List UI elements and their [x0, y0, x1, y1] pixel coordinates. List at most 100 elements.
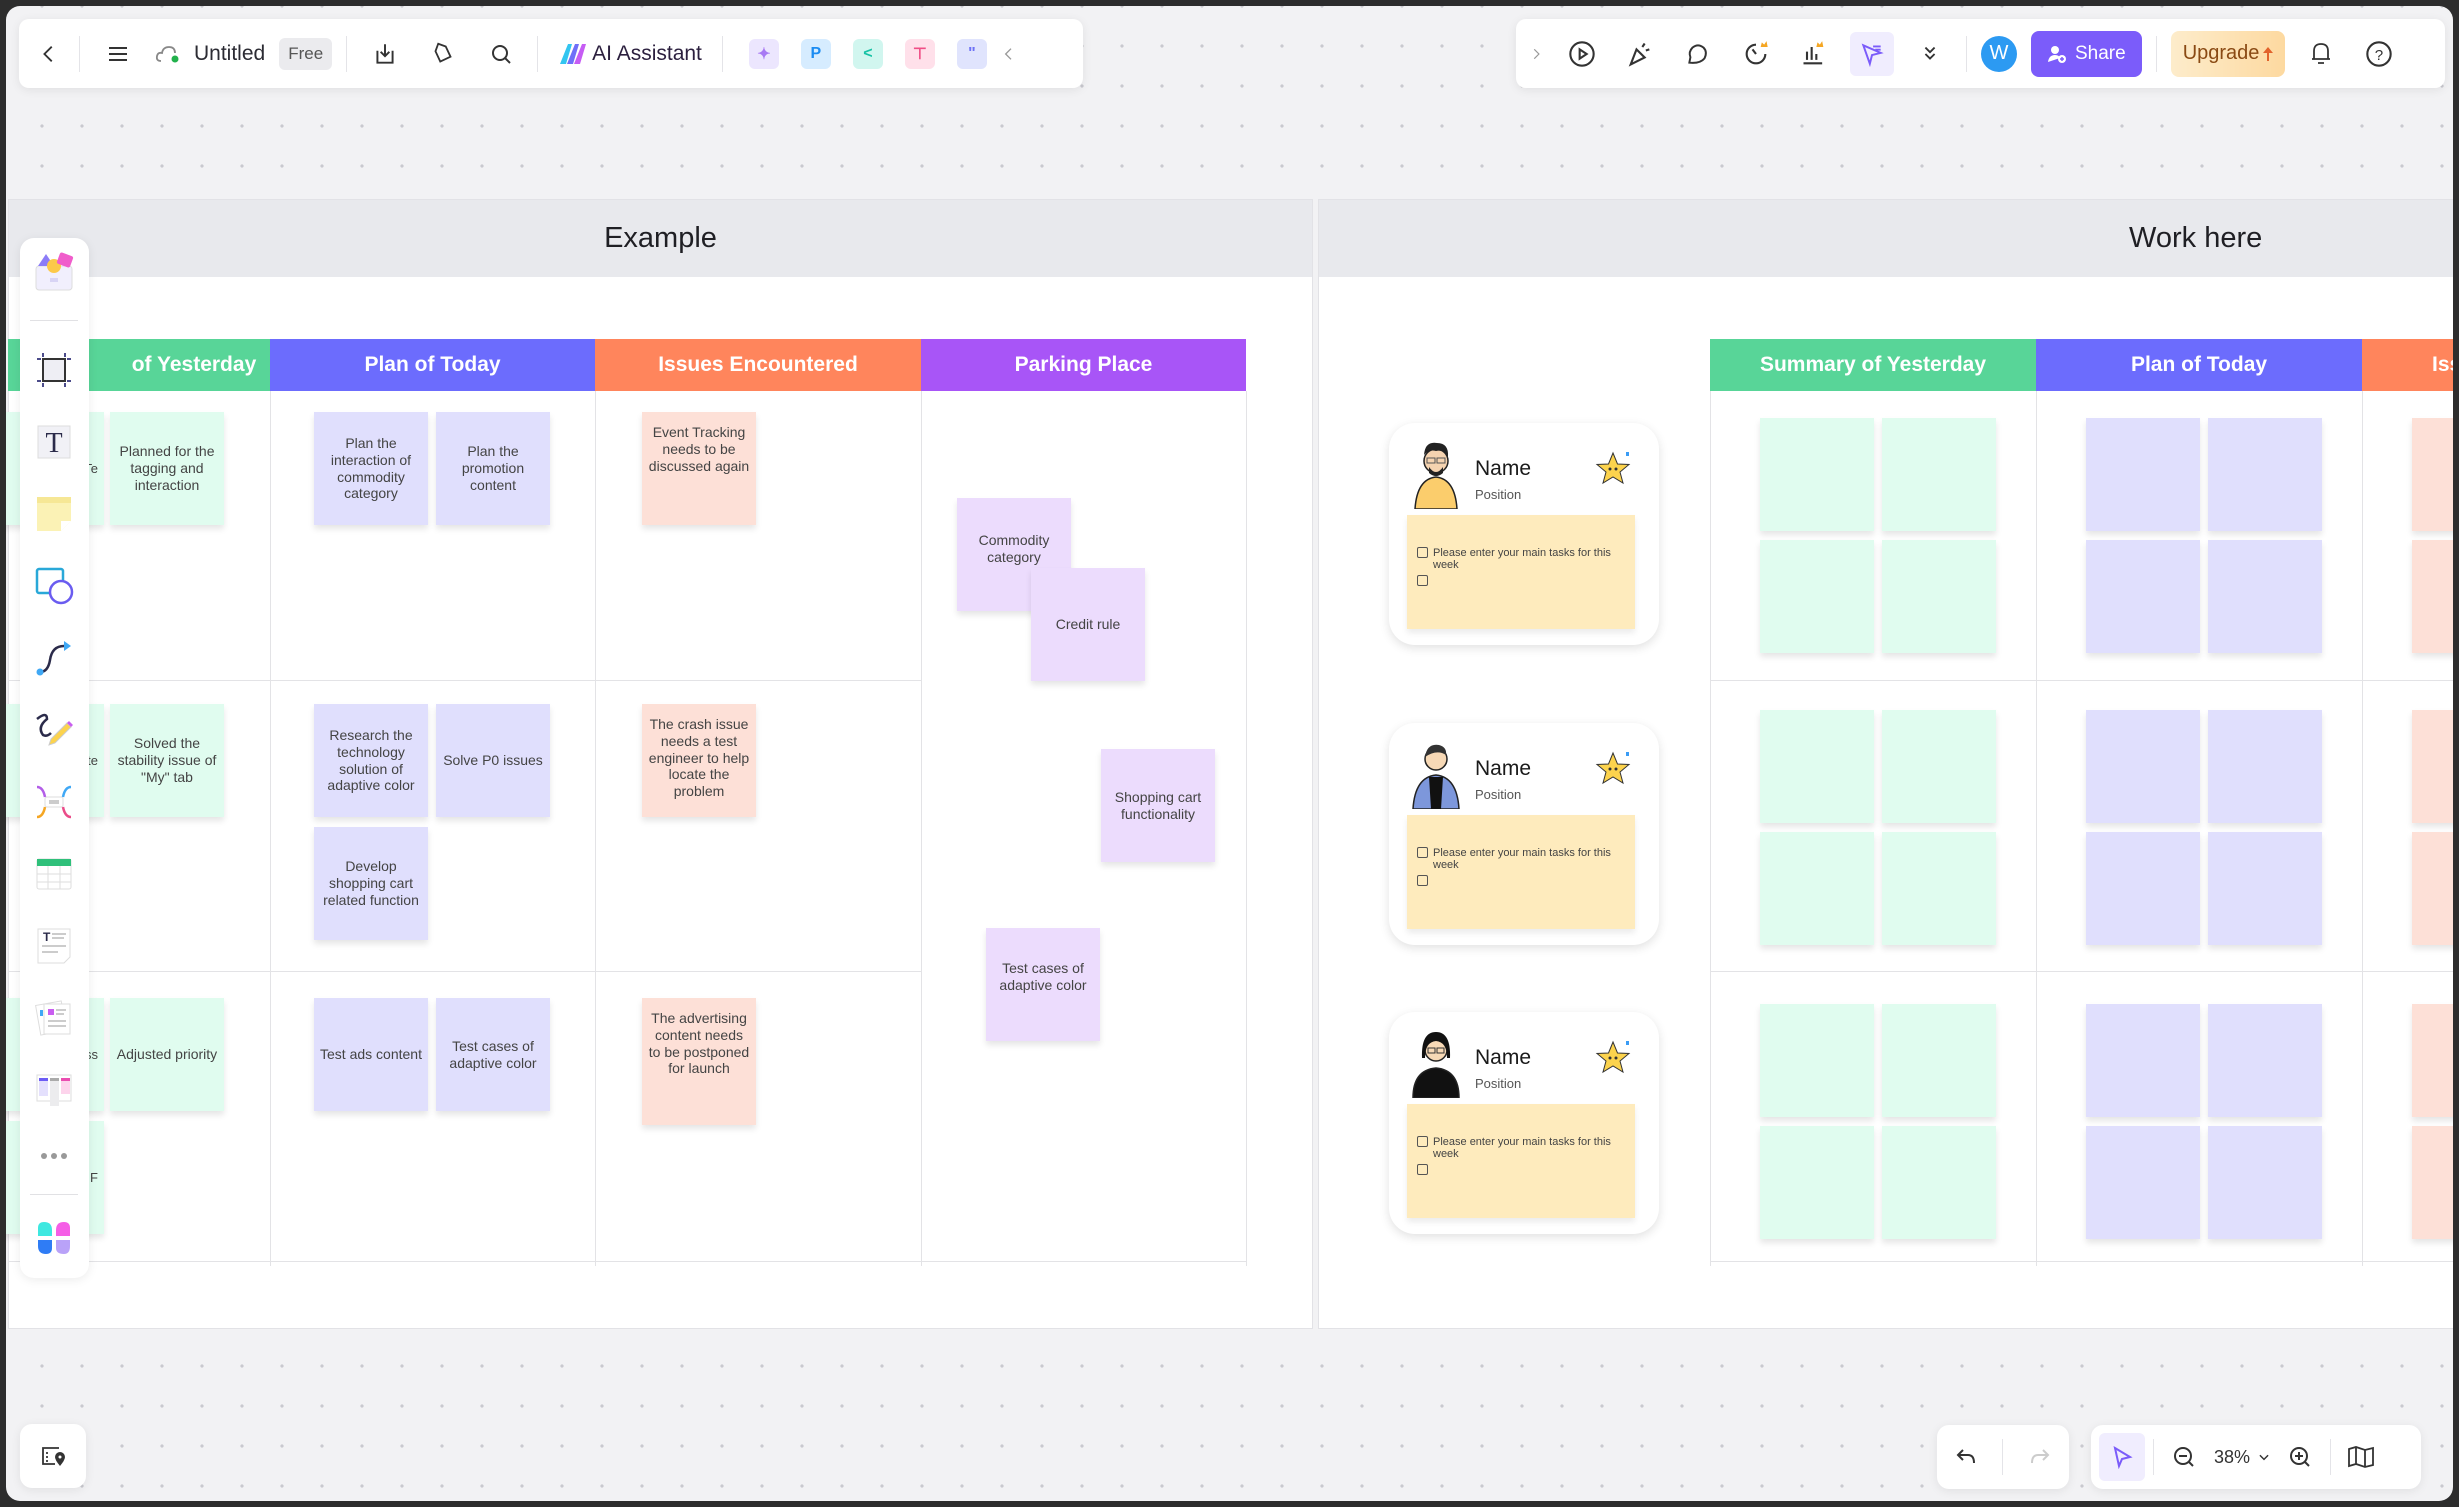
task-placeholder[interactable]: Please enter your main tasks for this we…: [1433, 547, 1627, 571]
task-item[interactable]: [1417, 1164, 1627, 1175]
cloud-sync-status[interactable]: [146, 32, 190, 76]
empty-sticky-note[interactable]: [2086, 540, 2200, 653]
empty-sticky-note[interactable]: [2086, 1004, 2200, 1117]
menu-button[interactable]: [96, 32, 140, 76]
empty-sticky-note[interactable]: [2412, 540, 2453, 653]
sticky-note[interactable]: The crash issue needs a test engineer to…: [642, 704, 756, 817]
empty-sticky-note[interactable]: [2208, 418, 2322, 531]
minimap-button[interactable]: [2339, 1435, 2383, 1479]
person-name[interactable]: Name: [1475, 1046, 1531, 1070]
back-button[interactable]: [27, 32, 71, 76]
empty-sticky-note[interactable]: [2086, 710, 2200, 823]
sticky-note[interactable]: Plan the interaction of commodity catego…: [314, 412, 428, 525]
more-tools-button[interactable]: [1908, 32, 1952, 76]
sticky-note[interactable]: Solved the stability issue of "My" tab: [110, 704, 224, 817]
tool-connector[interactable]: [28, 632, 80, 684]
checkbox[interactable]: [1417, 1164, 1428, 1175]
empty-sticky-note[interactable]: [1882, 832, 1996, 945]
empty-sticky-note[interactable]: [1882, 1004, 1996, 1117]
empty-sticky-note[interactable]: [2412, 1126, 2453, 1239]
zoom-dropdown-button[interactable]: [2250, 1435, 2278, 1479]
empty-sticky-note[interactable]: [1882, 418, 1996, 531]
plan-badge[interactable]: Free: [279, 37, 333, 70]
empty-sticky-note[interactable]: [1760, 540, 1874, 653]
vote-button[interactable]: [1792, 32, 1836, 76]
person-card[interactable]: Name Position Please enter your main tas…: [1389, 423, 1659, 645]
zoom-in-button[interactable]: [2278, 1435, 2322, 1479]
comment-button[interactable]: [1676, 32, 1720, 76]
sticky-note[interactable]: Test cases of adaptive color: [986, 928, 1100, 1041]
tool-table[interactable]: [28, 848, 80, 900]
sticky-note[interactable]: Plan the promotion content: [436, 412, 550, 525]
timer-button[interactable]: [1734, 32, 1778, 76]
person-name[interactable]: Name: [1475, 457, 1531, 481]
ai-image-app-button[interactable]: ✦: [748, 38, 779, 69]
checkbox[interactable]: [1417, 575, 1428, 586]
sticky-note[interactable]: Adjusted priority: [110, 998, 224, 1111]
document-title[interactable]: Untitled: [194, 42, 265, 66]
checkbox[interactable]: [1417, 1136, 1428, 1147]
sticky-note[interactable]: Event Tracking needs to be discussed aga…: [642, 412, 756, 525]
empty-sticky-note[interactable]: [2412, 832, 2453, 945]
empty-sticky-note[interactable]: [1760, 418, 1874, 531]
person-position[interactable]: Position: [1475, 787, 1521, 802]
empty-sticky-note[interactable]: [1882, 540, 1996, 653]
ai-chat-app-button[interactable]: ": [956, 38, 987, 69]
checkbox[interactable]: [1417, 875, 1428, 886]
redo-button[interactable]: [2018, 1435, 2062, 1479]
ai-mindmap-app-button[interactable]: <: [852, 38, 883, 69]
tool-apps[interactable]: [28, 1212, 80, 1264]
ai-presentation-app-button[interactable]: P: [800, 38, 831, 69]
empty-sticky-note[interactable]: [2208, 1126, 2322, 1239]
checkbox[interactable]: [1417, 847, 1428, 858]
notifications-button[interactable]: [2299, 32, 2343, 76]
empty-sticky-note[interactable]: [1760, 710, 1874, 823]
tool-more[interactable]: [28, 1130, 80, 1182]
checkbox[interactable]: [1417, 547, 1428, 558]
empty-sticky-note[interactable]: [2086, 1126, 2200, 1239]
zoom-out-button[interactable]: [2162, 1435, 2206, 1479]
task-item[interactable]: [1417, 875, 1627, 886]
task-placeholder[interactable]: Please enter your main tasks for this we…: [1433, 1136, 1627, 1160]
ai-flowchart-app-button[interactable]: ⊤: [904, 38, 935, 69]
empty-sticky-note[interactable]: [1760, 1126, 1874, 1239]
outline-location-button[interactable]: [31, 1434, 75, 1478]
empty-sticky-note[interactable]: [2208, 832, 2322, 945]
undo-button[interactable]: [1944, 1435, 1988, 1479]
sticky-note[interactable]: Shopping cart functionality: [1101, 749, 1215, 862]
select-tool-button[interactable]: [2099, 1433, 2145, 1481]
sticky-note[interactable]: Planned for the tagging and interaction: [110, 412, 224, 525]
task-list[interactable]: Please enter your main tasks for this we…: [1407, 815, 1635, 929]
laser-pointer-button[interactable]: [1850, 31, 1894, 76]
sticky-note[interactable]: Test cases of adaptive color: [436, 998, 550, 1111]
task-item[interactable]: Please enter your main tasks for this we…: [1417, 847, 1627, 871]
empty-sticky-note[interactable]: [2208, 1004, 2322, 1117]
tool-templates[interactable]: [28, 246, 80, 298]
tool-pen[interactable]: [28, 704, 80, 756]
empty-sticky-note[interactable]: [1760, 1004, 1874, 1117]
tool-sticky-note[interactable]: [28, 488, 80, 540]
person-card[interactable]: Name Position Please enter your main tas…: [1389, 723, 1659, 945]
search-button[interactable]: [479, 32, 523, 76]
share-button[interactable]: Share: [2031, 30, 2142, 77]
import-button[interactable]: [363, 32, 407, 76]
tool-mindmap[interactable]: [28, 776, 80, 828]
sticky-note[interactable]: Solve P0 issues: [436, 704, 550, 817]
tag-button[interactable]: [421, 32, 465, 76]
task-list[interactable]: Please enter your main tasks for this we…: [1407, 515, 1635, 629]
empty-sticky-note[interactable]: [1882, 1126, 1996, 1239]
tool-frame[interactable]: [28, 344, 80, 396]
empty-sticky-note[interactable]: [2412, 710, 2453, 823]
upgrade-button[interactable]: Upgrade: [2170, 30, 2286, 77]
tool-text[interactable]: T: [28, 416, 80, 468]
sticky-note[interactable]: Credit rule: [1031, 568, 1145, 681]
task-item[interactable]: Please enter your main tasks for this we…: [1417, 547, 1627, 571]
person-position[interactable]: Position: [1475, 487, 1521, 502]
person-name[interactable]: Name: [1475, 757, 1531, 781]
user-avatar[interactable]: W: [1981, 35, 2017, 72]
empty-sticky-note[interactable]: [2208, 710, 2322, 823]
zoom-level[interactable]: 38%: [2214, 1447, 2250, 1468]
tool-document[interactable]: T: [28, 920, 80, 972]
tool-kanban[interactable]: [28, 1064, 80, 1116]
person-card[interactable]: Name Position Please enter your main tas…: [1389, 1012, 1659, 1234]
